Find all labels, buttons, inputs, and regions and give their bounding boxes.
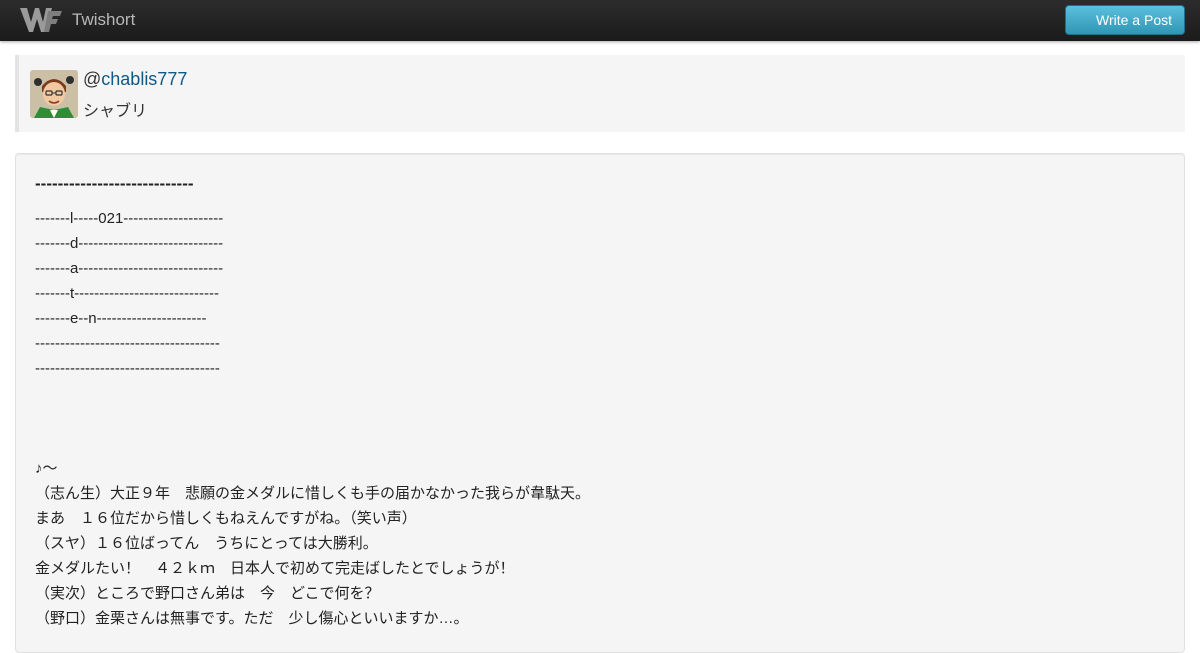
post-line: -------e--n---------------------- bbox=[35, 310, 207, 327]
post-line-blank bbox=[35, 431, 1155, 456]
post-line: ------------------------------------- bbox=[35, 335, 220, 352]
post-heading: ---------------------------- bbox=[35, 174, 194, 193]
post-body: -------l-----021-------------------- ---… bbox=[35, 206, 1155, 631]
post-line: ♪～ bbox=[35, 460, 58, 477]
brand-name: Twishort bbox=[72, 10, 136, 29]
display-name: シャブリ bbox=[83, 101, 148, 120]
post-line: （スヤ）１６位ばってん うちにとっては大勝利。 bbox=[35, 535, 378, 552]
user-card: @chablis777 シャブリ bbox=[15, 55, 1185, 132]
post-line: まあ １６位だから惜しくもねえんですがね。（笑い声） bbox=[35, 510, 417, 527]
post-line-blank bbox=[35, 406, 1155, 431]
post-line: -------d----------------------------- bbox=[35, 235, 224, 252]
top-navbar: Twishort Write a Post bbox=[0, 0, 1200, 41]
post-line: -------a----------------------------- bbox=[35, 260, 224, 277]
user-handle[interactable]: chablis777 bbox=[101, 69, 187, 89]
username-link[interactable]: @chablis777 bbox=[83, 69, 187, 90]
avatar[interactable] bbox=[30, 70, 78, 118]
post-line: -------t----------------------------- bbox=[35, 285, 219, 302]
post-line: （志ん生）大正９年 悲願の金メダルに惜しくも手の届かなかった我らが韋駄天。 bbox=[35, 485, 591, 502]
at-sign: @ bbox=[83, 69, 102, 89]
post-line: -------l-----021-------------------- bbox=[35, 210, 224, 227]
post-line-blank bbox=[35, 381, 1155, 406]
post-content: ---------------------------- -------l---… bbox=[15, 153, 1185, 653]
post-line: （実次）ところで野口さん弟は 今 どこで何を？ bbox=[35, 585, 380, 602]
post-line: （野口）金栗さんは無事です。ただ 少し傷心といいますか…。 bbox=[35, 610, 469, 627]
brand-link[interactable]: Twishort bbox=[18, 4, 135, 36]
post-line: 金メダルたい！ ４２ｋｍ 日本人で初めて完走ばしたとでしょうが！ bbox=[35, 560, 515, 577]
user-avatar-icon bbox=[30, 70, 78, 118]
twishort-logo-icon bbox=[20, 8, 62, 32]
write-post-button[interactable]: Write a Post bbox=[1065, 5, 1185, 35]
post-line: ------------------------------------- bbox=[35, 360, 220, 377]
